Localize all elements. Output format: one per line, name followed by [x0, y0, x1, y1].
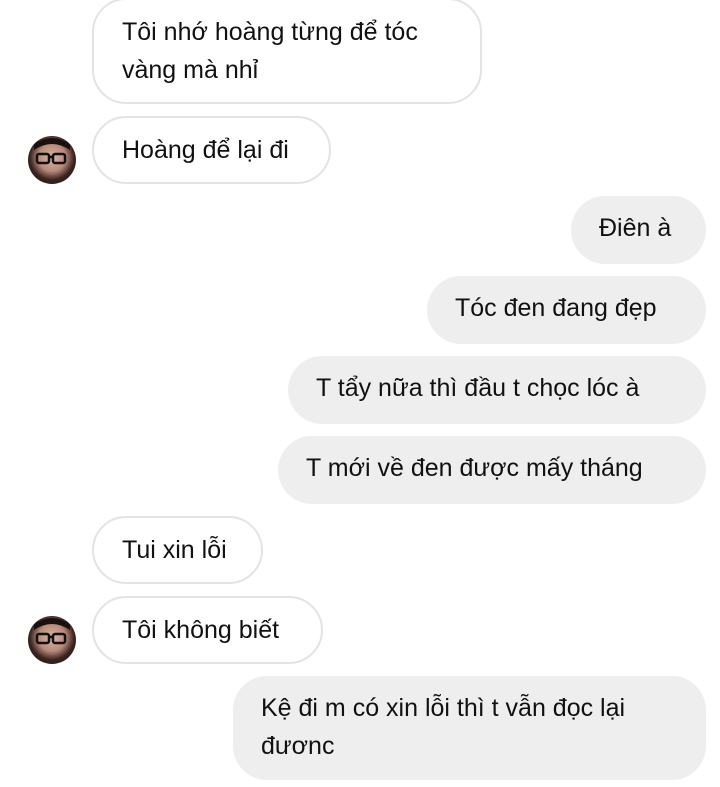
message-bubble-outgoing[interactable]: Điên à — [571, 196, 706, 264]
contact-avatar[interactable] — [28, 136, 76, 184]
message-bubble-incoming[interactable]: Hoàng để lại đi — [92, 116, 331, 184]
message-bubble-outgoing[interactable]: T mới về đen được mấy tháng — [278, 436, 706, 504]
avatar-icon — [34, 618, 70, 645]
message-bubble-incoming[interactable]: Tui xin lỗi — [92, 516, 263, 584]
contact-avatar[interactable] — [28, 616, 76, 664]
message-bubble-incoming[interactable]: Tôi nhớ hoàng từng để tóc vàng mà nhỉ — [92, 0, 482, 104]
message-bubble-outgoing[interactable]: Tóc đen đang đẹp — [427, 276, 706, 344]
message-bubble-incoming[interactable]: Tôi không biết — [92, 596, 323, 664]
message-bubble-outgoing[interactable]: T tẩy nữa thì đầu t chọc lóc à — [288, 356, 706, 424]
avatar-icon — [34, 138, 70, 165]
message-bubble-outgoing[interactable]: Kệ đi m có xin lỗi thì t vẫn đọc lại đươ… — [233, 676, 706, 780]
